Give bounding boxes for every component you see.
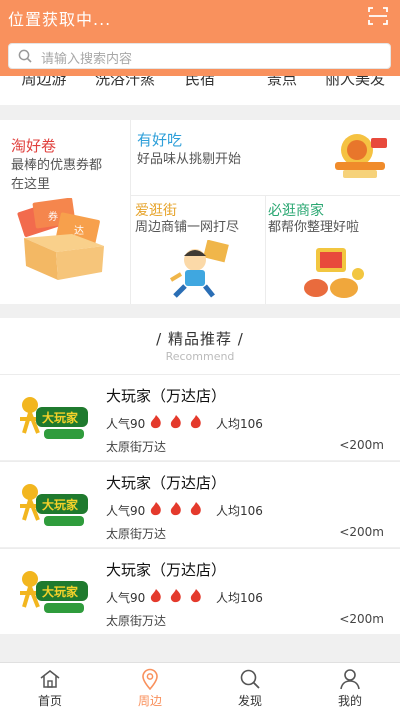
recommend-subtitle: Recommend <box>165 350 235 363</box>
category-item[interactable]: 丽人美发 <box>315 76 395 89</box>
logo-text: 大玩家 <box>42 497 79 512</box>
nav-label: 我的 <box>337 694 362 708</box>
store-name: 大玩家（万达店） <box>106 387 227 405</box>
search-icon <box>18 49 32 63</box>
popularity: 人气90 <box>106 417 146 431</box>
home-icon <box>40 670 60 688</box>
promo-merchant-title: 必逛商家 <box>268 203 324 219</box>
average-price: 人均106 <box>216 504 263 518</box>
search-placeholder: 请输入搜索内容 <box>41 52 133 67</box>
app-root: 位置获取中... 请输入搜索内容 周边游 洗浴汗蒸 民宿 景点 丽人美发 淘好卷… <box>0 0 400 711</box>
category-item[interactable]: 民宿 <box>160 76 240 89</box>
user-icon <box>340 669 360 690</box>
promo-food-title: 有好吃 <box>137 131 183 149</box>
average-price: 人均106 <box>216 417 263 431</box>
flame-rating-icon <box>150 589 201 603</box>
logo-text: 大玩家 <box>42 410 79 425</box>
nav-home[interactable]: 首页 <box>0 663 100 711</box>
promo-shopping[interactable]: 爱逛街 周边商铺一网打尽 <box>131 196 265 304</box>
promo-grid: 淘好卷 最棒的优惠券都 在这里 券 达 有好吃 好品味从挑剔开始 爱逛街 周边商… <box>0 120 400 304</box>
popularity: 人气90 <box>106 591 146 605</box>
distance: <200m <box>339 612 384 626</box>
recommend-header: / 精品推荐 / Recommend <box>0 318 400 374</box>
scan-icon[interactable] <box>368 6 388 26</box>
distance: <200m <box>339 438 384 452</box>
category-item[interactable]: 周边游 <box>4 76 84 89</box>
store-address: 太原街万达 <box>106 440 167 454</box>
category-item[interactable]: 景点 <box>242 76 322 89</box>
search-icon <box>240 669 260 689</box>
store-logo: 大玩家 <box>20 397 88 439</box>
promo-merchant-desc: 都帮你整理好啦 <box>268 220 360 235</box>
list-item[interactable]: 大玩家 大玩家（万达店） 人气90 人均106 太原街万达 <200m <box>0 548 400 634</box>
distance: <200m <box>339 525 384 539</box>
flame-rating-icon <box>150 415 201 429</box>
search-input[interactable]: 请输入搜索内容 <box>8 43 391 69</box>
nav-discover[interactable]: 发现 <box>200 663 300 711</box>
coupon-badge: 券 <box>48 210 58 223</box>
nav-label: 首页 <box>37 694 62 708</box>
store-name: 大玩家（万达店） <box>106 561 227 579</box>
nav-mine[interactable]: 我的 <box>300 663 400 711</box>
promo-coupon-desc: 在这里 <box>11 177 51 192</box>
list-item[interactable]: 大玩家 大玩家（万达店） 人气90 人均106 太原街万达 <200m <box>0 374 400 460</box>
flame-rating-icon <box>150 502 201 516</box>
header-bar: 位置获取中... 请输入搜索内容 <box>0 0 400 76</box>
promo-shopping-title: 爱逛街 <box>135 203 177 219</box>
store-address: 太原街万达 <box>106 614 167 628</box>
store-logo: 大玩家 <box>20 484 88 526</box>
promo-food-desc: 好品味从挑剔开始 <box>137 152 242 167</box>
promo-coupon-desc: 最棒的优惠券都 <box>11 158 103 173</box>
recommend-title: / 精品推荐 / <box>156 330 244 348</box>
food-plate-illustration <box>335 134 387 178</box>
location-label[interactable]: 位置获取中... <box>8 6 111 30</box>
store-address: 太原街万达 <box>106 527 167 541</box>
list-item[interactable]: 大玩家 大玩家（万达店） 人气90 人均106 太原街万达 <200m <box>0 461 400 547</box>
merchant-gifts-illustration <box>304 248 364 298</box>
promo-merchant[interactable]: 必逛商家 都帮你整理好啦 <box>266 196 400 304</box>
category-strip: 周边游 洗浴汗蒸 民宿 景点 丽人美发 <box>0 76 400 105</box>
logo-text: 大玩家 <box>42 584 79 599</box>
store-name: 大玩家（万达店） <box>106 474 227 492</box>
average-price: 人均106 <box>216 591 263 605</box>
store-logo: 大玩家 <box>20 571 88 613</box>
popularity: 人气90 <box>106 504 146 518</box>
shopping-person-illustration <box>169 240 229 298</box>
promo-shopping-desc: 周边商铺一网打尽 <box>135 220 240 235</box>
nav-nearby[interactable]: 周边 <box>100 663 200 711</box>
promo-coupon-title: 淘好卷 <box>11 137 57 155</box>
promo-coupon[interactable]: 淘好卷 最棒的优惠券都 在这里 券 达 <box>0 120 130 304</box>
nav-label: 周边 <box>137 694 162 708</box>
promo-food[interactable]: 有好吃 好品味从挑剔开始 <box>131 120 400 195</box>
coupon-box-illustration: 券 达 <box>17 198 104 280</box>
bottom-nav: 首页 周边 发现 我的 <box>0 662 400 711</box>
coupon-badge: 达 <box>74 225 84 237</box>
location-pin-icon <box>142 668 158 690</box>
nav-label: 发现 <box>237 694 262 708</box>
category-item[interactable]: 洗浴汗蒸 <box>85 76 165 89</box>
